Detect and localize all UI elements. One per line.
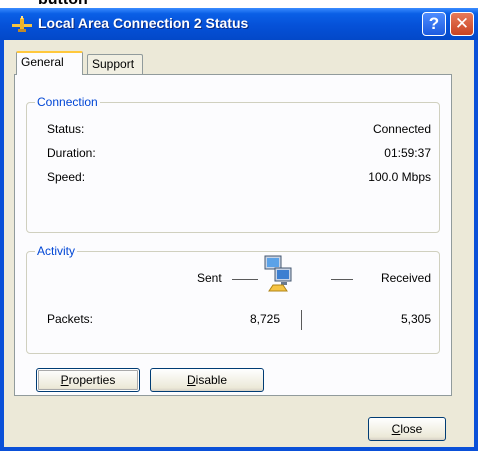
network-plug-icon bbox=[12, 16, 32, 32]
properties-button[interactable]: Properties bbox=[36, 368, 140, 392]
close-button[interactable]: Close bbox=[368, 417, 446, 441]
help-icon: ? bbox=[428, 14, 440, 33]
disable-button[interactable]: Disable bbox=[150, 368, 264, 392]
help-button[interactable]: ? bbox=[422, 12, 446, 36]
properties-mnemonic: P bbox=[60, 373, 69, 387]
dialog-client-area: General Support Connection Status: Conne… bbox=[4, 40, 474, 447]
duration-label: Duration: bbox=[47, 146, 96, 160]
sent-label: Sent bbox=[197, 271, 222, 285]
disable-label: isable bbox=[195, 373, 228, 387]
window-title: Local Area Connection 2 Status bbox=[38, 15, 249, 31]
close-mnemonic: C bbox=[391, 422, 401, 436]
packets-label: Packets: bbox=[47, 312, 94, 326]
sent-line bbox=[232, 279, 258, 280]
tab-general[interactable]: General bbox=[16, 51, 83, 75]
close-icon: ✕ bbox=[454, 14, 470, 33]
packets-sent-value: 8,725 bbox=[249, 312, 280, 326]
disable-mnemonic: D bbox=[186, 373, 196, 387]
speed-value: 100.0 Mbps bbox=[368, 170, 431, 184]
speed-label: Speed: bbox=[47, 170, 86, 184]
close-label: lose bbox=[400, 422, 423, 436]
title-close-button[interactable]: ✕ bbox=[450, 12, 474, 36]
activity-legend: Activity bbox=[35, 244, 78, 258]
received-label: Received bbox=[380, 271, 431, 285]
status-dialog: Local Area Connection 2 Status ? ✕ Gener… bbox=[0, 8, 478, 451]
network-activity-icon bbox=[264, 255, 292, 292]
connection-legend: Connection bbox=[35, 95, 100, 109]
status-label: Status: bbox=[47, 122, 85, 136]
properties-label: roperties bbox=[68, 373, 116, 387]
connection-group: Connection Status: Connected Duration: 0… bbox=[26, 95, 440, 233]
packets-divider bbox=[301, 310, 302, 330]
packets-received-value: 5,305 bbox=[400, 312, 431, 326]
activity-group: Activity Sent Received Packets: 8,725 5,… bbox=[26, 244, 440, 354]
status-value: Connected bbox=[372, 122, 431, 136]
received-line bbox=[331, 279, 353, 280]
duration-value: 01:59:37 bbox=[384, 146, 431, 160]
title-bar[interactable]: Local Area Connection 2 Status ? ✕ bbox=[0, 8, 478, 40]
tab-support[interactable]: Support bbox=[87, 54, 143, 74]
